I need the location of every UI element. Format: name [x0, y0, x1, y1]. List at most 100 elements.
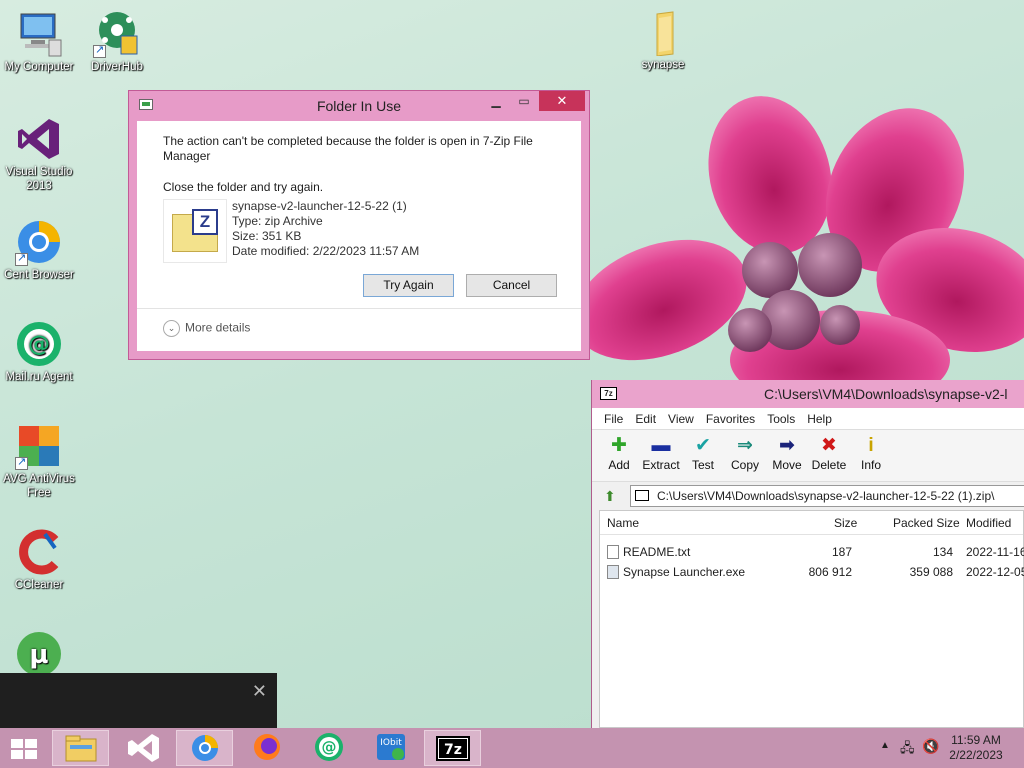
show-hidden-icons-button[interactable]: ▲ [880, 740, 890, 751]
address-field[interactable]: C:\Users\VM4\Downloads\synapse-v2-launch… [630, 485, 1024, 507]
notification-toast: ✕ [0, 673, 277, 728]
7zip-file-manager-window: 7z C:\Users\VM4\Downloads\synapse-v2-l F… [591, 380, 1024, 728]
row-name: README.txt [623, 545, 691, 559]
plus-icon: ✚ [611, 435, 627, 456]
row-packed: 359 088 [909, 565, 953, 579]
7zip-titlebar[interactable]: 7z C:\Users\VM4\Downloads\synapse-v2-l [592, 380, 1024, 408]
menu-tools[interactable]: Tools [761, 408, 801, 426]
column-packed-size[interactable]: Packed Size [893, 516, 960, 530]
ccleaner-icon [15, 528, 63, 576]
add-button[interactable]: ✚ Add [598, 434, 640, 472]
copy-button[interactable]: ⇒ Copy [724, 434, 766, 472]
minus-icon: ▬ [651, 435, 671, 456]
desktop-icon-synapse[interactable]: synapse [624, 8, 702, 72]
table-row[interactable]: Synapse Launcher.exe 806 912 359 088 202… [600, 562, 1024, 582]
exe-file-icon [607, 565, 619, 579]
clock[interactable]: 11:59 AM 2/22/2023 [946, 733, 1006, 763]
dialog-titlebar[interactable]: Folder In Use ▁ ▭ ✕ [129, 91, 589, 121]
move-button[interactable]: ➡ Move [766, 434, 808, 472]
more-details-label: More details [185, 320, 251, 335]
more-details-toggle[interactable]: ⌄ More details [163, 320, 250, 337]
table-row[interactable]: README.txt 187 134 2022-11-16 [600, 542, 1024, 562]
desktop-icon-visual-studio[interactable]: Visual Studio 2013 [0, 115, 78, 193]
file-name: synapse-v2-launcher-12-5-22 (1) [232, 199, 407, 213]
column-size[interactable]: Size [834, 516, 857, 530]
dialog-body: The action can't be completed because th… [137, 121, 581, 351]
file-size: Size: 351 KB [232, 229, 302, 243]
menu-view[interactable]: View [662, 408, 700, 426]
taskbar-mailru-agent[interactable]: @ [300, 730, 357, 766]
desktop-icon-my-computer[interactable]: My Computer [0, 10, 78, 74]
extract-button[interactable]: ▬ Extract [640, 434, 682, 472]
shortcut-arrow-icon [15, 455, 28, 470]
row-packed: 134 [932, 545, 953, 559]
desktop-icon-cent-browser[interactable]: Cent Browser [0, 218, 78, 282]
close-icon[interactable]: ✕ [252, 681, 267, 702]
file-info: Z synapse-v2-launcher-12-5-22 (1) Type: … [163, 199, 513, 263]
desktop-icon-mailru-agent[interactable]: @ Mail.ru Agent [0, 320, 78, 384]
try-again-button[interactable]: Try Again [363, 274, 454, 297]
up-folder-icon[interactable]: ⬆ [604, 488, 616, 505]
close-button[interactable]: ✕ [539, 91, 585, 111]
mailru-agent-icon: @ [315, 733, 343, 761]
volume-muted-icon[interactable]: 🔇 [922, 738, 939, 755]
file-type: Type: zip Archive [232, 214, 323, 228]
test-button[interactable]: ✔ Test [682, 434, 724, 472]
network-icon[interactable]: 🖧 [900, 739, 915, 761]
svg-text:7z: 7z [444, 742, 462, 758]
row-size: 806 912 [808, 565, 852, 579]
7zip-icon: 7z [436, 736, 470, 761]
info-button[interactable]: i Info [850, 434, 892, 472]
computer-icon [15, 10, 63, 58]
zip-archive-icon: Z [163, 199, 227, 263]
avg-antivirus-icon [15, 422, 63, 470]
chevron-down-icon: ⌄ [163, 320, 180, 337]
column-name[interactable]: Name [607, 516, 639, 530]
7zip-window-title: C:\Users\VM4\Downloads\synapse-v2-l [764, 386, 1008, 402]
cent-browser-icon [192, 735, 218, 761]
dialog-message: The action can't be completed because th… [163, 134, 533, 163]
taskbar-7zip[interactable]: 7z [424, 730, 481, 766]
taskbar-iobit[interactable]: IObit [362, 730, 419, 766]
visual-studio-icon [128, 734, 159, 762]
taskbar-firefox[interactable] [238, 730, 295, 766]
driverhub-icon [93, 10, 141, 58]
system-tray: ▲ 🖧 🔇 11:59 AM 2/22/2023 [864, 728, 1024, 768]
list-header: Name Size Packed Size Modified [600, 511, 1023, 535]
firefox-icon [254, 734, 280, 760]
menu-edit[interactable]: Edit [629, 408, 662, 426]
toolbar: ✚ Add ▬ Extract ✔ Test ⇒ Copy ➡ Move ✖ Delete … [592, 430, 1024, 482]
menu-file[interactable]: File [598, 408, 629, 426]
utorrent-icon: µ [15, 630, 63, 678]
7zip-app-icon: 7z [600, 387, 617, 400]
delete-button[interactable]: ✖ Delete [808, 434, 850, 472]
svg-text:IObit: IObit [380, 738, 402, 748]
svg-text:@: @ [28, 332, 50, 357]
address-bar: ⬆ C:\Users\VM4\Downloads\synapse-v2-laun… [592, 482, 1024, 510]
minimize-button[interactable]: ▁ [483, 91, 509, 111]
visual-studio-icon [15, 115, 63, 163]
cancel-button[interactable]: Cancel [466, 274, 557, 297]
iobit-icon: IObit [377, 734, 405, 760]
desktop-icon-ccleaner[interactable]: CCleaner [0, 528, 78, 592]
file-date-modified: Date modified: 2/22/2023 11:57 AM [232, 244, 420, 258]
taskbar-file-explorer[interactable] [52, 730, 109, 766]
dialog-instruction: Close the folder and try again. [163, 180, 324, 194]
check-icon: ✔ [695, 435, 711, 456]
taskbar-cent-browser[interactable] [176, 730, 233, 766]
menu-help[interactable]: Help [801, 408, 838, 426]
menu-bar: File Edit View Favorites Tools Help [592, 408, 1024, 430]
desktop-icon-avg[interactable]: AVG AntiVirus Free [0, 422, 78, 500]
column-modified[interactable]: Modified [966, 516, 1011, 530]
folder-in-use-dialog: Folder In Use ▁ ▭ ✕ The action can't be … [128, 90, 590, 360]
maximize-button[interactable]: ▭ [511, 91, 537, 111]
taskbar-visual-studio[interactable] [114, 730, 171, 766]
delete-x-icon: ✖ [821, 435, 837, 456]
row-name: Synapse Launcher.exe [623, 565, 746, 579]
desktop-icon-driverhub[interactable]: DriverHub [78, 10, 156, 74]
menu-favorites[interactable]: Favorites [700, 408, 761, 426]
folder-icon [639, 8, 687, 57]
start-button[interactable] [0, 730, 48, 766]
shortcut-arrow-icon [15, 251, 28, 266]
shortcut-arrow-icon [93, 43, 106, 58]
